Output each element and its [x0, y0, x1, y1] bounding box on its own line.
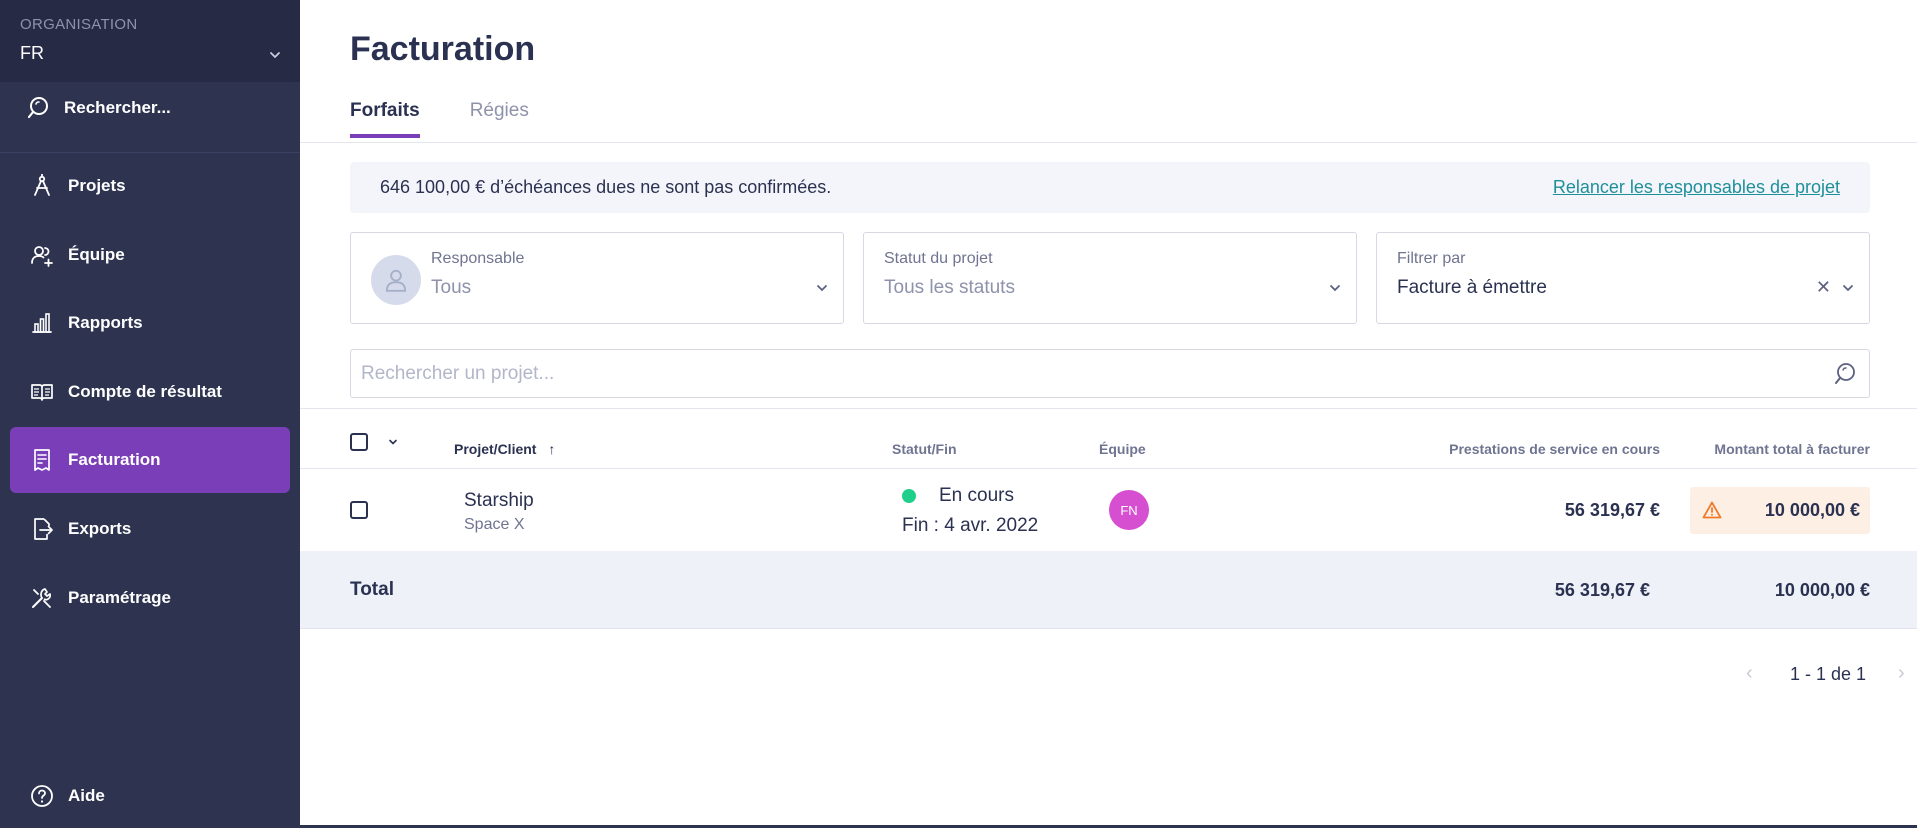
remind-managers-link[interactable]: Relancer les responsables de projet	[1553, 177, 1840, 198]
row-checkbox[interactable]	[350, 501, 368, 519]
column-header-status: Statut/Fin	[892, 441, 957, 457]
sidebar-item-label: Paramétrage	[68, 587, 172, 607]
filter-by-label: Filtrer par	[1397, 250, 1466, 267]
export-icon	[30, 517, 54, 541]
ledger-icon	[30, 380, 54, 404]
sidebar-item-label: Facturation	[68, 450, 161, 470]
chevron-down-icon[interactable]	[387, 436, 399, 448]
sidebar-item-label: Équipe	[68, 244, 125, 264]
project-status-label: Statut du projet	[884, 250, 993, 267]
amount-to-invoice: 10 000,00 €	[1764, 500, 1860, 520]
sidebar-item-label: Rapports	[68, 313, 143, 333]
user-placeholder-avatar	[371, 255, 421, 305]
invoice-icon	[30, 448, 54, 472]
previous-page-icon[interactable]: ‹	[1746, 662, 1753, 685]
responsable-label: Responsable	[431, 250, 525, 267]
services-amount: 56 319,67 €	[1564, 500, 1660, 520]
divider	[300, 408, 1917, 409]
sidebar: ORGANISATION FR Rechercher... Projets Éq…	[0, 0, 300, 828]
divider	[300, 468, 1917, 469]
organisation-label: ORGANISATION	[20, 16, 138, 33]
organisation-value: FR	[20, 43, 44, 63]
tab-forfaits[interactable]: Forfaits	[350, 100, 420, 138]
column-header-project[interactable]: Projet/Client ↑	[454, 441, 555, 457]
select-all-checkbox[interactable]	[350, 433, 368, 451]
tabs: Forfaits Régies	[350, 100, 529, 138]
status-indicator	[902, 489, 916, 503]
chevron-down-icon	[270, 52, 280, 59]
pagination-info: 1 - 1 de 1	[1790, 664, 1867, 684]
sidebar-item-parametrage[interactable]: Paramétrage	[10, 565, 290, 631]
column-header-total: Montant total à facturer	[1714, 441, 1870, 457]
sidebar-item-label: Compte de résultat	[68, 381, 222, 401]
sidebar-search[interactable]: Rechercher...	[0, 82, 300, 134]
sidebar-help-label: Aide	[68, 786, 105, 805]
responsable-value: Tous	[431, 277, 472, 298]
project-end-date: Fin : 4 avr. 2022	[902, 515, 1039, 536]
project-status-filter[interactable]: Statut du projet Tous les statuts	[863, 232, 1357, 324]
warning-icon	[1702, 500, 1722, 525]
project-search-input[interactable]	[351, 350, 1811, 397]
client-name: Space X	[464, 516, 525, 533]
user-icon	[385, 269, 407, 292]
total-amount-to-invoice: 10 000,00 €	[1774, 580, 1870, 600]
sidebar-item-aide[interactable]: Aide	[0, 764, 300, 828]
tab-regies[interactable]: Régies	[470, 100, 529, 138]
project-name[interactable]: Starship	[464, 490, 534, 512]
column-header-project-label: Projet/Client	[454, 441, 537, 457]
filter-by-select[interactable]: Filtrer par Facture à émettre ✕	[1376, 232, 1870, 324]
total-services-amount: 56 319,67 €	[1554, 580, 1650, 600]
sidebar-item-rapports[interactable]: Rapports	[10, 290, 290, 356]
responsable-filter[interactable]: Responsable Tous	[350, 232, 844, 324]
unconfirmed-banner: 646 100,00 € d’échéances dues ne sont pa…	[350, 162, 1870, 213]
column-header-team: Équipe	[1099, 441, 1146, 457]
help-circle-icon	[30, 784, 54, 808]
project-status-value: Tous les statuts	[884, 277, 1015, 298]
sidebar-nav: Projets Équipe Rapports Compte de résult…	[0, 152, 300, 633]
main-content: Facturation Forfaits Régies 646 100,00 €…	[300, 0, 1917, 828]
chevron-down-icon	[1330, 285, 1340, 292]
bar-chart-icon	[30, 311, 54, 335]
sidebar-item-projets[interactable]: Projets	[10, 153, 290, 219]
organisation-selector[interactable]: ORGANISATION FR	[0, 0, 300, 82]
tabs-divider	[300, 142, 1917, 143]
next-page-icon[interactable]: ›	[1898, 662, 1905, 685]
amount-to-invoice-cell[interactable]: 10 000,00 €	[1690, 487, 1870, 534]
sidebar-item-facturation[interactable]: Facturation	[10, 427, 290, 494]
avatar[interactable]: FN	[1109, 490, 1149, 530]
sidebar-search-label: Rechercher...	[64, 98, 171, 117]
search-icon[interactable]	[1833, 362, 1857, 391]
sidebar-item-equipe[interactable]: Équipe	[10, 222, 290, 288]
column-header-services: Prestations de service en cours	[1449, 441, 1660, 457]
sidebar-item-exports[interactable]: Exports	[10, 496, 290, 562]
sidebar-item-label: Projets	[68, 176, 126, 195]
sidebar-item-label: Exports	[68, 518, 132, 538]
chevron-down-icon	[817, 285, 827, 292]
page-title: Facturation	[350, 30, 536, 68]
total-label: Total	[350, 579, 394, 600]
total-row: Total 56 319,67 € 10 000,00 €	[300, 551, 1917, 629]
tools-icon	[30, 586, 54, 610]
project-status: En cours	[939, 485, 1014, 506]
sort-ascending-icon: ↑	[548, 441, 556, 457]
banner-text: 646 100,00 € d’échéances dues ne sont pa…	[380, 177, 832, 197]
clear-icon[interactable]: ✕	[1816, 277, 1831, 298]
search-icon	[26, 96, 50, 120]
chevron-down-icon	[1843, 285, 1853, 292]
team-icon	[30, 243, 54, 267]
filter-by-value: Facture à émettre	[1397, 277, 1547, 298]
sidebar-item-compte-de-resultat[interactable]: Compte de résultat	[10, 359, 290, 425]
compass-icon	[30, 174, 54, 198]
project-search	[350, 349, 1870, 398]
